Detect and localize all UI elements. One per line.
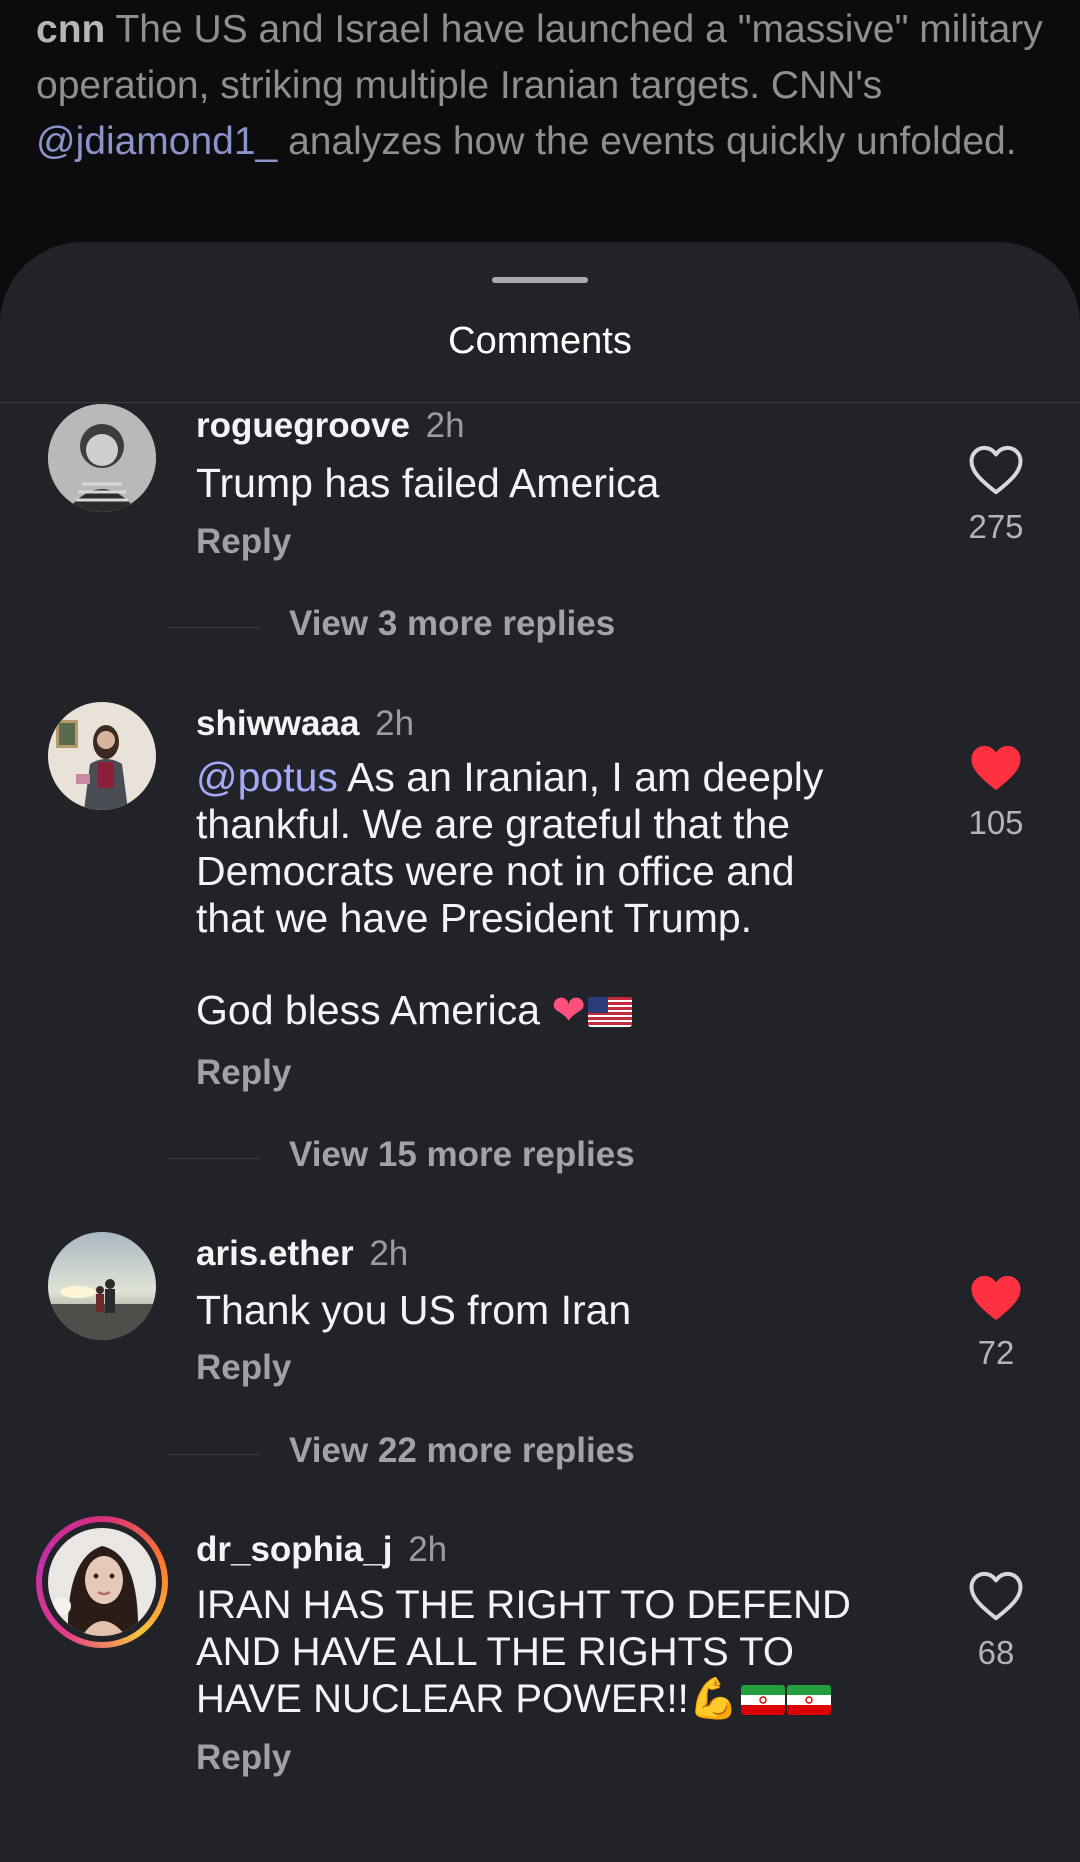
like-count: 72	[977, 1334, 1015, 1371]
like-button[interactable]	[964, 1272, 1028, 1328]
comment-time: 2h	[425, 406, 465, 445]
heart-outline-icon	[969, 445, 1023, 495]
reply-button[interactable]: Reply	[196, 1738, 291, 1778]
avatar[interactable]	[48, 702, 156, 810]
avatar-image	[48, 1528, 156, 1636]
replies-divider-line	[168, 1454, 260, 1455]
view-replies-label[interactable]: View 3 more replies	[289, 604, 615, 644]
comment-text-line2: God bless America ❤	[196, 987, 866, 1034]
view-replies-label[interactable]: View 15 more replies	[289, 1135, 635, 1175]
comment-username[interactable]: dr_sophia_j	[196, 1530, 392, 1569]
avatar-image	[48, 404, 156, 512]
like-count: 68	[977, 1634, 1015, 1671]
flexed-biceps-emoji: 💪	[688, 1676, 739, 1722]
comment-text-blessing: God bless America	[196, 987, 541, 1033]
comment-time: 2h	[369, 1234, 409, 1273]
caption-text-end: analyzes how the events quickly unfolded…	[277, 120, 1017, 163]
comment-time: 2h	[408, 1530, 448, 1569]
comment-text: Trump has failed America	[196, 460, 660, 506]
drag-handle[interactable]	[492, 277, 588, 283]
comment-header: roguegroove 2h	[196, 404, 465, 448]
like-count: 105	[968, 804, 1024, 841]
avatar-with-story-ring[interactable]	[36, 1516, 168, 1648]
story-ring-gap	[42, 1522, 162, 1642]
like-button[interactable]	[964, 1570, 1028, 1626]
comment-username[interactable]: shiwwaaa	[196, 704, 359, 743]
iran-flag-emoji	[786, 1685, 831, 1715]
like-button[interactable]	[964, 444, 1028, 500]
like-count: 275	[968, 508, 1024, 545]
comment-time: 2h	[375, 704, 415, 743]
reply-button[interactable]: Reply	[196, 522, 291, 562]
comment-text: Thank you US from Iran	[196, 1287, 632, 1333]
comment-text: @potus As an Iranian, I am deeply thankf…	[196, 754, 866, 942]
avatar-image	[48, 1232, 156, 1340]
replies-divider-line	[168, 1158, 260, 1159]
comments-title: Comments	[448, 320, 632, 362]
comment-header: aris.ether 2h	[196, 1232, 408, 1276]
comment-username[interactable]: aris.ether	[196, 1234, 354, 1273]
comment-text: IRAN HAS THE RIGHT TO DEFEND AND HAVE AL…	[196, 1582, 866, 1723]
us-flag-emoji	[587, 997, 632, 1027]
reply-button[interactable]: Reply	[196, 1348, 291, 1388]
avatar[interactable]	[48, 404, 156, 512]
iran-flag-emoji	[740, 1685, 785, 1715]
caption-text: The US and Israel have launched a "massi…	[36, 8, 1043, 107]
header-divider	[0, 402, 1080, 403]
view-more-replies[interactable]: View 15 more replies	[168, 1135, 768, 1181]
avatar[interactable]	[48, 1232, 156, 1340]
heart-filled-icon	[971, 1275, 1021, 1321]
reply-button[interactable]: Reply	[196, 1053, 291, 1093]
avatar-image	[48, 702, 156, 810]
heart-outline-icon	[969, 1571, 1023, 1621]
comments-sheet: Comments roguegroove 2h Trump has failed…	[0, 242, 1080, 1862]
comment-header: dr_sophia_j 2h	[196, 1528, 447, 1572]
like-button[interactable]	[964, 742, 1028, 798]
view-more-replies[interactable]: View 3 more replies	[168, 604, 768, 650]
heart-emoji: ❤	[551, 986, 586, 1034]
caption-mention[interactable]: @jdiamond1_	[36, 120, 277, 163]
replies-divider-line	[168, 627, 260, 628]
post-caption: cnn The US and Israel have launched a "m…	[36, 2, 1046, 170]
comment-mention[interactable]: @potus	[196, 754, 338, 800]
view-more-replies[interactable]: View 22 more replies	[168, 1431, 768, 1477]
heart-filled-icon	[971, 745, 1021, 791]
view-replies-label[interactable]: View 22 more replies	[289, 1431, 635, 1471]
comment-header: shiwwaaa 2h	[196, 702, 414, 746]
comment-username[interactable]: roguegroove	[196, 406, 410, 445]
avatar	[48, 1528, 156, 1636]
caption-author[interactable]: cnn	[36, 8, 105, 51]
